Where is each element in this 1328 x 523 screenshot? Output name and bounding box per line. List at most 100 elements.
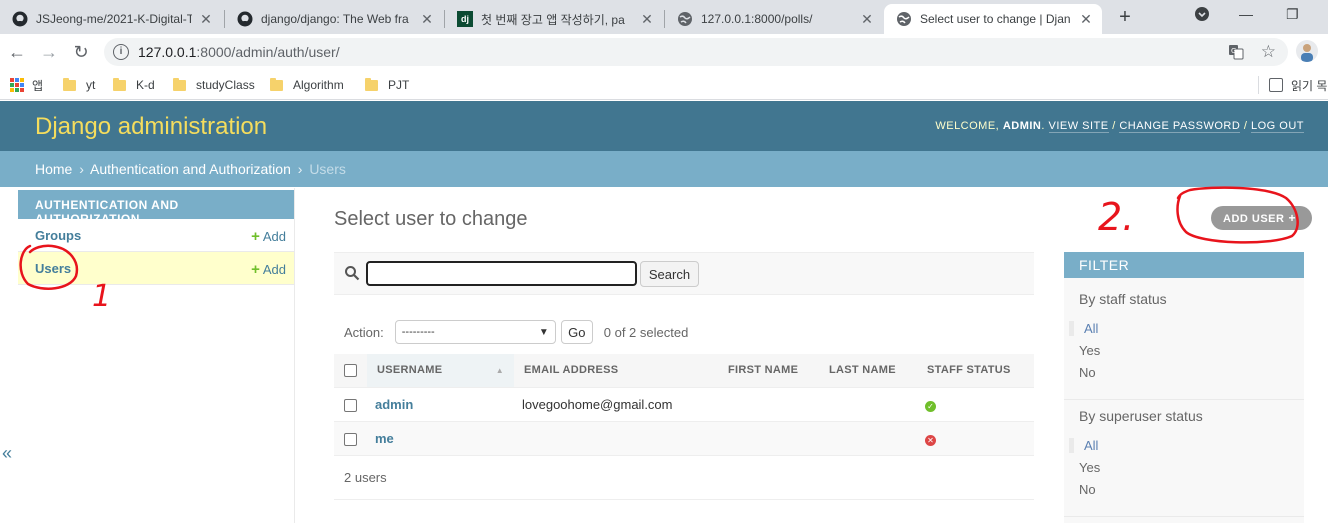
github-icon [12, 11, 28, 27]
results-table: USERNAME ▲ EMAIL ADDRESS FIRST NAME LAST … [334, 354, 1034, 456]
svg-text:G: G [1231, 47, 1236, 55]
select-all-column [334, 354, 367, 388]
new-tab-icon[interactable]: + [1112, 4, 1138, 30]
filter-title: FILTER [1064, 252, 1304, 278]
bookmark-folder[interactable]: Algorithm [270, 76, 344, 94]
translate-icon[interactable]: G [1228, 44, 1244, 60]
breadcrumb: Home › Authentication and Authorization … [0, 151, 1328, 187]
browser-tab[interactable]: JSJeong-me/2021-K-Digital-T ✕ [0, 4, 222, 34]
row-checkbox[interactable] [344, 432, 357, 446]
column-email[interactable]: EMAIL ADDRESS [514, 354, 718, 388]
back-icon[interactable]: ← [5, 40, 29, 64]
action-select[interactable]: --------- ▼ [394, 320, 556, 344]
add-user-link[interactable]: + Add [251, 261, 286, 278]
close-icon[interactable]: ✕ [859, 11, 875, 28]
actions-bar: Action: --------- ▼ Go 0 of 2 selected [344, 320, 688, 344]
log-out-link[interactable]: LOG OUT [1250, 120, 1304, 133]
add-group-link[interactable]: + Add [251, 228, 286, 245]
search-input[interactable] [366, 261, 637, 286]
folder-icon [365, 77, 378, 91]
forward-icon[interactable]: → [37, 40, 61, 64]
filter-option[interactable]: No [1079, 365, 1096, 380]
url-text: 127.0.0.1:8000/admin/auth/user/ [138, 44, 340, 60]
column-staff-status[interactable]: STAFF STATUS [917, 354, 1034, 388]
minimize-icon[interactable]: — [1239, 6, 1253, 22]
chevron-down-icon: ▼ [538, 326, 549, 338]
tab-title: 첫 번째 장고 앱 작성하기, pa [481, 12, 625, 27]
browser-toolbar: ← → ↻ i 127.0.0.1:8000/admin/auth/user/ … [0, 34, 1328, 69]
table-header-row: USERNAME ▲ EMAIL ADDRESS FIRST NAME LAST … [334, 354, 1034, 388]
folder-icon [173, 77, 186, 91]
browser-tab[interactable]: django/django: The Web fra ✕ [225, 4, 443, 34]
username-link[interactable]: me [375, 431, 394, 446]
close-icon[interactable]: ✕ [639, 11, 655, 28]
close-icon[interactable]: ✕ [419, 11, 435, 28]
email-cell [514, 421, 718, 456]
close-icon[interactable]: ✕ [1078, 11, 1094, 28]
table-row: admin lovegoohome@gmail.com ✓ [334, 387, 1034, 422]
github-icon [237, 11, 253, 27]
site-info-icon[interactable]: i [113, 44, 129, 60]
first-name-cell [718, 387, 819, 422]
folder-icon [63, 77, 76, 91]
plus-icon: + [251, 261, 260, 278]
change-password-link[interactable]: CHANGE PASSWORD [1119, 120, 1241, 133]
filter-option[interactable]: Yes [1079, 460, 1100, 475]
sidebar-item-label[interactable]: Users [35, 261, 71, 276]
close-icon[interactable]: ✕ [198, 11, 214, 28]
bookmark-folder[interactable]: studyClass [173, 76, 255, 94]
filter-option[interactable]: No [1079, 482, 1096, 497]
reading-list-icon [1269, 78, 1283, 92]
apps-grid-icon [10, 78, 24, 92]
breadcrumb-app[interactable]: Authentication and Authorization [90, 161, 291, 177]
browser-tab[interactable]: dj 첫 번째 장고 앱 작성하기, pa ✕ [445, 4, 663, 34]
tab-title: 127.0.0.1:8000/polls/ [701, 12, 813, 26]
bookmark-folder[interactable]: K-d [113, 76, 155, 94]
column-last-name[interactable]: LAST NAME [819, 354, 917, 388]
globe-icon [896, 11, 912, 27]
cross-icon: ✕ [925, 434, 936, 446]
address-bar[interactable]: i 127.0.0.1:8000/admin/auth/user/ G ☆ [104, 38, 1288, 66]
row-checkbox[interactable] [344, 398, 357, 412]
reading-list[interactable]: 읽기 목 [1258, 76, 1327, 94]
search-toolbar: Search [334, 252, 1034, 295]
toggle-sidebar-button[interactable]: « [0, 443, 14, 464]
action-label: Action: [344, 324, 384, 340]
tab-search-icon[interactable] [1194, 6, 1210, 25]
selection-counter: 0 of 2 selected [603, 324, 689, 340]
profile-avatar[interactable] [1296, 40, 1318, 62]
globe-icon [677, 11, 693, 27]
sidebar-item-groups: Groups + Add [18, 219, 294, 252]
filter-heading: By staff status [1079, 291, 1167, 307]
username-link[interactable]: admin [375, 397, 413, 412]
filter-option[interactable]: Yes [1079, 343, 1100, 358]
site-name[interactable]: Django administration [35, 113, 267, 141]
browser-tab[interactable]: 127.0.0.1:8000/polls/ ✕ [665, 4, 883, 34]
tab-title: django/django: The Web fra [261, 12, 409, 26]
bookmark-folder[interactable]: PJT [365, 76, 409, 94]
django-icon: dj [457, 11, 473, 27]
breadcrumb-current: Users [309, 161, 346, 177]
bookmark-apps[interactable]: 앱 [10, 76, 43, 94]
filter-option[interactable]: All [1069, 321, 1098, 336]
restore-icon[interactable]: ❐ [1286, 6, 1299, 23]
breadcrumb-home[interactable]: Home [35, 161, 72, 177]
reload-icon[interactable]: ↻ [69, 40, 93, 64]
column-username[interactable]: USERNAME ▲ [367, 354, 514, 388]
sidebar-item-label[interactable]: Groups [35, 228, 81, 243]
select-all-checkbox[interactable] [344, 363, 357, 377]
sidebar-app-caption[interactable]: AUTHENTICATION AND AUTHORIZATION [18, 190, 294, 226]
bookmark-folder[interactable]: yt [63, 76, 95, 94]
bookmark-star-icon[interactable]: ☆ [1261, 42, 1276, 62]
tab-title: JSJeong-me/2021-K-Digital-T [36, 12, 192, 26]
go-button[interactable]: Go [560, 320, 593, 344]
bookmarks-bar: 앱 yt K-d studyClass Algorithm PJT 읽기 목 [0, 69, 1328, 100]
column-first-name[interactable]: FIRST NAME [718, 354, 819, 388]
view-site-link[interactable]: VIEW SITE [1048, 120, 1109, 133]
admin-header: Django administration WELCOME, ADMIN. VI… [0, 101, 1328, 151]
browser-tab-active[interactable]: Select user to change | Djan ✕ [884, 4, 1102, 34]
add-user-button[interactable]: ADD USER + [1211, 206, 1312, 230]
filter-option[interactable]: All [1069, 438, 1098, 453]
search-button[interactable]: Search [640, 261, 699, 287]
first-name-cell [718, 421, 819, 456]
